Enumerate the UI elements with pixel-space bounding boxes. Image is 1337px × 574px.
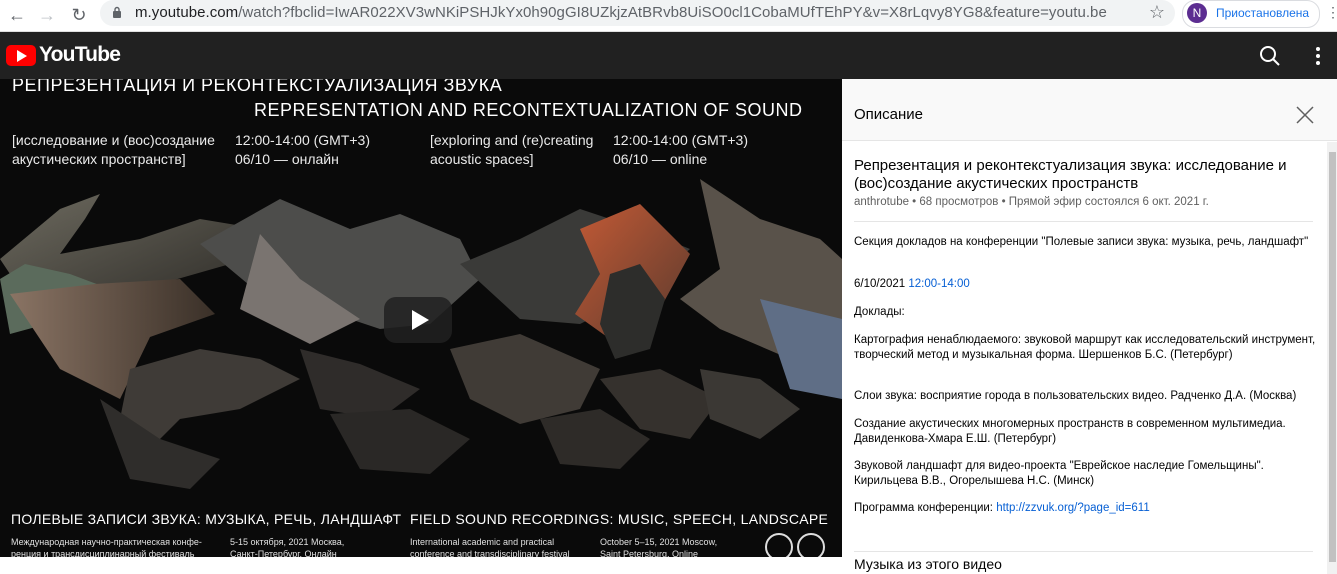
profile-button[interactable]: N Приостановлена — [1182, 0, 1320, 28]
description-paragraph: Звуковой ландшафт для видео-проекта "Евр… — [854, 460, 1264, 487]
youtube-wordmark: YouTube — [39, 43, 121, 66]
info-ru-line-1: Международная научно-практическая конфе- — [11, 537, 202, 547]
description-date: 6/10/2021 — [854, 278, 906, 290]
info-ru-line-2: ренция и трансдисциплинарный фестиваль — [11, 549, 195, 557]
youtube-header: YouTube — [0, 32, 1337, 79]
description-program-line: Программа конференции: http://zzvuk.org/… — [854, 501, 1319, 516]
scrollbar-thumb[interactable] — [1329, 152, 1336, 562]
video-info-ru: Международная научно-практическая конфе-… — [11, 536, 202, 557]
description-paragraph: Картография ненаблюдаемого: звуковой мар… — [854, 334, 1316, 361]
video-dates-ru: 5-15 октября, 2021 Москва, Санкт-Петербу… — [230, 536, 344, 557]
subtitle-en-line-1: [exploring and (re)creating — [430, 132, 594, 148]
program-link[interactable]: http://zzvuk.org/?page_id=611 — [996, 502, 1150, 514]
url-host: m.youtube.com — [135, 4, 239, 21]
url-text: m.youtube.com/watch?fbclid=IwAR022XV3wNK… — [135, 4, 1107, 21]
video-dates-en: October 5–15, 2021 Moscow, Saint Petersb… — [600, 536, 717, 557]
video-bottom-title-en: FIELD SOUND RECORDINGS: MUSIC, SPEECH, L… — [410, 511, 829, 527]
video-schedule-ru: 12:00-14:00 (GMT+3) 06/10 — онлайн — [235, 131, 370, 169]
subtitle-ru-line-2: акустических пространств] — [12, 151, 186, 167]
schedule-ru-date: 06/10 — онлайн — [235, 151, 339, 167]
url-path: /watch?fbclid=IwAR022XV3wNKiPSHJkYx0h90g… — [238, 4, 1107, 21]
schedule-en-time: 12:00-14:00 (GMT+3) — [613, 132, 749, 148]
forward-arrow-icon[interactable]: → — [34, 3, 60, 27]
browser-menu-icon[interactable]: ⋮ — [1326, 4, 1337, 21]
partner-logo-icon — [797, 533, 825, 557]
video-title-ru: РЕПРЕЗЕНТАЦИЯ И РЕКОНТЕКСТУАЛИЗАЦИЯ ЗВУК… — [12, 79, 503, 95]
close-icon[interactable] — [1295, 105, 1315, 125]
divider — [854, 551, 1313, 552]
video-schedule-en: 12:00-14:00 (GMT+3) 06/10 — online — [613, 131, 748, 169]
video-subtitle-en: [exploring and (re)creating acoustic spa… — [430, 131, 593, 169]
video-info-en: International academic and practical con… — [410, 536, 570, 557]
browser-toolbar: ← → ↻ m.youtube.com/watch?fbclid=IwAR022… — [0, 0, 1337, 32]
schedule-ru-time: 12:00-14:00 (GMT+3) — [235, 132, 371, 148]
timestamp-link[interactable]: 12:00-14:00 — [908, 278, 969, 290]
more-options-icon[interactable] — [1312, 44, 1324, 68]
program-label: Программа конференции: — [854, 502, 993, 514]
description-paragraph: Секция докладов на конференции "Полевые … — [854, 236, 1309, 248]
address-bar[interactable]: m.youtube.com/watch?fbclid=IwAR022XV3wNK… — [100, 0, 1175, 26]
dates-ru-line-2: Санкт-Петербург, Онлайн — [230, 549, 337, 557]
description-header: Описание — [842, 79, 1337, 141]
search-icon[interactable] — [1258, 44, 1282, 68]
dates-en-line-1: October 5–15, 2021 Moscow, — [600, 537, 718, 547]
video-meta: anthrotube • 68 просмотров • Прямой эфир… — [854, 196, 1209, 208]
organizer-logo-icon — [765, 533, 793, 557]
bookmark-star-icon[interactable]: ☆ — [1149, 2, 1165, 23]
description-paragraph: Доклады: — [854, 306, 905, 318]
subtitle-ru-line-1: [исследование и (вос)создание — [12, 132, 215, 148]
youtube-play-logo-icon — [6, 44, 36, 66]
reload-icon[interactable]: ↻ — [66, 3, 92, 27]
play-button[interactable] — [384, 297, 452, 343]
dates-ru-line-1: 5-15 октября, 2021 Москва, — [230, 537, 345, 547]
lock-icon — [113, 6, 121, 18]
avatar: N — [1187, 3, 1207, 23]
description-date-line: 6/10/2021 12:00-14:00 — [854, 277, 1319, 292]
info-en-line-1: International academic and practical — [410, 537, 555, 547]
description-header-title: Описание — [854, 106, 924, 123]
back-arrow-icon[interactable]: ← — [4, 3, 30, 27]
video-subtitle-ru: [исследование и (вос)создание акустическ… — [12, 131, 215, 169]
scrollbar[interactable] — [1327, 142, 1337, 574]
video-player[interactable]: РЕПРЕЗЕНТАЦИЯ И РЕКОНТЕКСТУАЛИЗАЦИЯ ЗВУК… — [0, 79, 842, 557]
description-paragraph: Слои звука: восприятие города в пользова… — [854, 390, 1297, 402]
info-en-line-2: conference and transdisciplinary festiva… — [410, 549, 570, 557]
description-paragraph: Создание акустических многомерных простр… — [854, 418, 1286, 445]
profile-status: Приостановлена — [1216, 6, 1310, 20]
schedule-en-date: 06/10 — online — [613, 151, 708, 167]
music-section-heading: Музыка из этого видео — [854, 556, 1002, 572]
description-panel: Описание Репрезентация и реконтекстуализ… — [842, 79, 1337, 574]
subtitle-en-line-2: acoustic spaces] — [430, 151, 534, 167]
youtube-logo[interactable]: YouTube — [6, 43, 121, 67]
divider — [854, 221, 1313, 222]
video-title-en: REPRESENTATION AND RECONTEXTUALIZATION O… — [254, 100, 803, 120]
page-bottom-strip — [0, 557, 842, 574]
video-bottom-title-ru: ПОЛЕВЫЕ ЗАПИСИ ЗВУКА: МУЗЫКА, РЕЧЬ, ЛАНД… — [11, 511, 402, 527]
video-title: Репрезентация и реконтекстуализация звук… — [854, 157, 1287, 192]
dates-en-line-2: Saint Petersburg, Online — [600, 549, 699, 557]
